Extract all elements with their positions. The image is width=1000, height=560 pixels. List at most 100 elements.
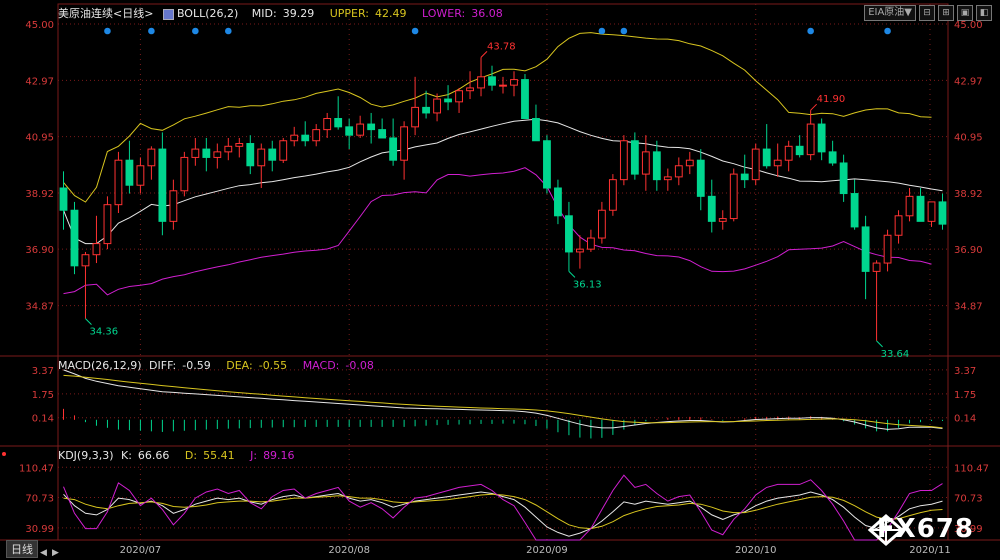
candle — [707, 179, 716, 233]
kdj-axis-tick-label-right: 110.47 — [954, 463, 989, 474]
candle — [630, 132, 639, 180]
candle — [334, 96, 343, 130]
event-dot — [148, 27, 155, 35]
candle-body — [905, 195, 914, 217]
candle-body — [455, 90, 463, 103]
macd-header: MACD(26,12,9) DIFF: -0.59 DEA: -0.55 MACD:… — [58, 358, 386, 374]
price-axis-tick-label-left: 36.90 — [25, 245, 54, 256]
macd-axis-tick-label-left: 1.75 — [32, 390, 54, 401]
candle — [279, 137, 288, 163]
annotation-low-label: 34.36 — [89, 327, 118, 338]
candle — [806, 110, 815, 161]
candle — [828, 140, 837, 166]
period-button[interactable]: 日线 — [6, 540, 38, 558]
candle-body — [323, 118, 332, 131]
candle — [191, 137, 200, 166]
candle-body — [795, 145, 804, 156]
candle — [817, 118, 826, 161]
scroll-right-icon[interactable]: ▶ — [52, 548, 59, 558]
boll-title: BOLL(26,2) — [162, 7, 244, 20]
candle-body — [345, 126, 354, 136]
minimize-icon[interactable]: ⊟ — [919, 5, 935, 21]
candle — [663, 168, 672, 191]
chart-canvas: 45.00 45.00 42.97 42.97 40.95 40.95 38.92 38.92… — [0, 3, 1000, 556]
price-axis-tick-label-right: 40.95 — [954, 133, 983, 144]
candle — [499, 76, 507, 94]
candle-body — [81, 254, 90, 267]
candle-body — [839, 162, 848, 195]
annotation-high-label: 41.90 — [817, 94, 846, 105]
candle — [70, 201, 79, 275]
price-axis-tick-label-right: 45.00 — [954, 20, 983, 31]
layout-icon[interactable]: ◧ — [976, 5, 992, 21]
restore-icon[interactable]: ▣ — [957, 5, 973, 21]
candle — [729, 168, 738, 222]
candle-body — [477, 76, 485, 89]
kdj-j: J: 89.16 — [250, 449, 295, 462]
candle — [608, 174, 617, 216]
x-tick-label: 2020/07 — [120, 545, 162, 556]
kdj-axis-tick-label-left: 110.47 — [19, 463, 54, 474]
candle — [894, 210, 903, 244]
main-chart-header: 美原油连续<日线> BOLL(26,2) MID: 39.29 UPPER: 42.… — [58, 6, 515, 22]
macd-axis-tick-label-left: 3.37 — [32, 366, 54, 377]
candle-body — [147, 148, 156, 167]
candle-body — [334, 118, 343, 128]
candle-body — [191, 148, 200, 158]
boll-upper-line — [63, 32, 932, 203]
candle — [850, 179, 859, 230]
candle-body — [521, 79, 529, 120]
price-axis-tick-label-left: 34.87 — [25, 302, 54, 313]
candle — [411, 76, 420, 136]
candle-body — [806, 123, 815, 156]
candle-body — [729, 173, 738, 220]
kdj-axis-tick-label-left: 70.73 — [25, 494, 54, 505]
event-dot — [598, 27, 606, 35]
candle — [169, 179, 178, 230]
watermark-logo: FX678 — [876, 514, 974, 544]
candle — [839, 154, 848, 202]
scroll-left-icon[interactable]: ◀ — [40, 548, 47, 558]
candle-body — [652, 151, 661, 181]
candle-body — [510, 79, 518, 86]
candle — [685, 151, 694, 175]
candle — [883, 229, 892, 272]
candle-body — [224, 145, 233, 153]
candle — [356, 115, 365, 138]
maximize-icon[interactable]: ⊞ — [938, 5, 954, 21]
kdj-axis-tick-label-left: 30.99 — [25, 524, 54, 535]
candle-body — [70, 209, 79, 267]
period-label[interactable]: <日线> — [113, 7, 153, 20]
candle — [444, 85, 452, 111]
candle-body — [59, 187, 68, 211]
candle-body — [916, 195, 925, 222]
candle-body — [290, 134, 299, 142]
candle — [554, 179, 562, 225]
annotation-pointer — [568, 271, 576, 278]
candle — [59, 171, 68, 230]
source-selector[interactable]: EIA原油▼ — [864, 5, 916, 21]
candle — [224, 137, 233, 161]
candle-body — [543, 140, 551, 189]
annotation-low-label: 36.13 — [573, 279, 602, 290]
macd-diff: DIFF: -0.59 — [149, 359, 211, 372]
candle-body — [180, 156, 189, 192]
macd-axis-tick-label-right: 3.37 — [954, 366, 976, 377]
annotation-pointer — [876, 340, 883, 348]
candle — [378, 118, 387, 139]
candle-body — [718, 218, 727, 222]
candle — [532, 104, 540, 142]
candle-body — [235, 143, 244, 147]
candle — [784, 140, 793, 172]
toolbar: EIA原油▼ ⊟ ⊞ ▣ ◧ — [864, 5, 992, 21]
candle — [114, 151, 123, 214]
candle-body — [740, 173, 749, 181]
candle — [202, 137, 211, 172]
candle-body — [565, 215, 573, 253]
price-axis-tick-label-left: 40.95 — [25, 133, 54, 144]
candle-body — [883, 234, 892, 264]
candle-body — [488, 76, 496, 86]
macd-dea: DEA: -0.55 — [226, 359, 288, 372]
event-dot — [192, 27, 199, 35]
macd-axis-tick-label-left: 0.14 — [32, 414, 54, 425]
